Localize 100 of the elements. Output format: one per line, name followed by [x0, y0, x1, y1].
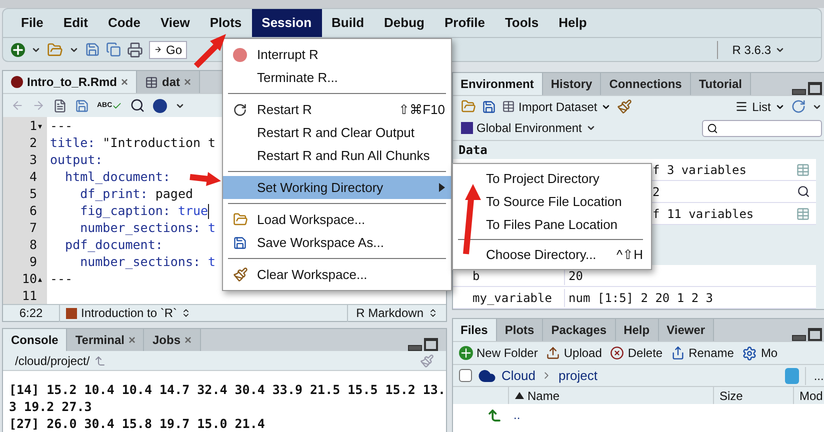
menu-entry[interactable]: Restart R ⇧⌘F10 [223, 98, 451, 121]
environment-dropdown[interactable]: Global Environment [476, 119, 582, 138]
pane-tab[interactable]: dat × [137, 71, 200, 93]
line-number: 9 [29, 253, 37, 272]
menu-entry[interactable]: Choose Directory... ^⇧H [486, 243, 643, 266]
pane-tab[interactable]: History [542, 73, 602, 95]
menu-entry[interactable]: To Source File Location [486, 190, 643, 213]
go-to-file-field[interactable]: Go [149, 40, 187, 58]
inspect-icon[interactable] [796, 185, 810, 198]
save-all-icon[interactable] [106, 42, 121, 57]
pane-tab[interactable]: Console [3, 329, 68, 351]
broom-icon[interactable] [617, 99, 632, 114]
menu-item[interactable]: Profile [434, 9, 495, 37]
files-toolbar-button[interactable]: New Folder [458, 344, 538, 362]
pane-tab[interactable]: Environment [452, 73, 543, 95]
up-arrow-icon [486, 408, 502, 422]
updown-icon [428, 308, 438, 318]
sort-ascending-icon [514, 392, 524, 399]
maximize-button[interactable] [808, 328, 822, 341]
pane-tab[interactable]: Terminal × [67, 329, 144, 351]
pane-tab[interactable]: Files [452, 319, 497, 341]
menu-entry[interactable]: To Project Directory [486, 167, 643, 190]
save-icon[interactable] [482, 100, 496, 114]
menu-item[interactable]: Plots [200, 9, 252, 37]
menu-entry[interactable]: Terminate R... [223, 66, 451, 89]
pane-tab[interactable]: Packages [543, 319, 616, 341]
menu-item[interactable]: Edit [53, 9, 98, 37]
menu-item[interactable]: Session [252, 9, 322, 37]
files-toolbar-button[interactable]: Rename [670, 344, 734, 362]
save-icon[interactable] [85, 42, 100, 57]
menu-entry[interactable]: Save Workspace As... [223, 231, 451, 254]
code-line: number_sections: t [79, 253, 216, 272]
open-folder-icon[interactable] [460, 99, 476, 114]
view-table-icon[interactable] [796, 206, 810, 220]
pane-tab[interactable]: Viewer [658, 319, 714, 341]
delete-icon [610, 346, 624, 360]
print-icon[interactable] [127, 42, 143, 58]
file-link[interactable]: .. [514, 406, 520, 424]
annotation-arrow [190, 172, 221, 186]
pane-tab[interactable]: Tutorial [690, 73, 751, 95]
close-tab-button[interactable]: × [121, 73, 128, 91]
variable-value: f 3 variables [652, 162, 746, 178]
menu-entry[interactable]: Load Workspace... [223, 208, 451, 231]
menu-entry[interactable]: To Files Pane Location [486, 213, 643, 236]
fold-marker[interactable]: ▴ [38, 274, 42, 284]
updown-icon [181, 308, 192, 318]
open-folder-icon[interactable] [47, 42, 63, 58]
menu-item[interactable]: Tools [494, 9, 549, 37]
breadcrumb-link[interactable]: Cloud [502, 366, 536, 386]
pane-tab[interactable]: Jobs × [144, 329, 201, 351]
line-number: 4 [29, 168, 37, 186]
working-directory-path: /cloud/project/ [15, 352, 90, 370]
line-number: 8 [29, 236, 37, 254]
checkbox[interactable] [458, 369, 472, 382]
minimize-button[interactable] [792, 88, 806, 94]
section-dropdown[interactable]: Introduction to `R` [81, 304, 178, 322]
view-mode-dropdown[interactable]: List [735, 98, 785, 116]
minimize-button[interactable] [792, 334, 806, 340]
pane-tab[interactable]: Intro_to_R.Rmd × [3, 71, 138, 93]
refresh-icon[interactable] [790, 99, 806, 114]
files-toolbar-button[interactable]: Upload [546, 344, 602, 362]
pane-tab[interactable]: Help [616, 319, 659, 341]
more-button[interactable]: ... [804, 366, 824, 384]
search-field[interactable] [702, 120, 822, 137]
pane-tab[interactable]: Connections [601, 73, 691, 95]
search-icon[interactable] [130, 98, 146, 113]
menu-item[interactable]: Help [548, 9, 597, 37]
file-type-dropdown[interactable]: R Markdown [356, 304, 424, 322]
menu-item[interactable]: View [150, 9, 200, 37]
minimize-button[interactable] [408, 344, 422, 350]
check-icon [112, 100, 122, 110]
table-icon [145, 76, 158, 88]
code-line: html_document: [64, 168, 170, 186]
search-icon [706, 122, 718, 134]
menu-entry[interactable]: Interrupt R [223, 43, 451, 66]
files-toolbar-button[interactable]: Mo [742, 344, 778, 362]
table-icon [502, 100, 514, 114]
variable-value: 20 [568, 268, 583, 284]
import-dataset-button[interactable]: Import Dataset [502, 98, 612, 116]
menu-item[interactable]: Debug [374, 9, 434, 37]
pane-tab[interactable]: Plots [496, 319, 544, 341]
files-toolbar-button[interactable]: Delete [610, 344, 663, 362]
menu-entry[interactable]: Set Working Directory [223, 176, 451, 199]
code-line: fig_caption: true [79, 202, 208, 220]
menu-item[interactable]: Build [322, 9, 374, 37]
breadcrumb-link[interactable]: project [558, 366, 598, 386]
save-icon[interactable] [75, 98, 89, 112]
menu-entry[interactable]: Clear Workspace... [223, 263, 451, 286]
menu-entry[interactable]: Restart R and Clear Output [223, 121, 451, 144]
new-file-icon[interactable] [11, 42, 25, 56]
line-number: 5 [29, 185, 37, 204]
menu-item[interactable]: File [11, 9, 54, 37]
menu-entry[interactable]: Restart R and Run All Chunks [223, 144, 451, 167]
r-version-dropdown[interactable]: R 3.6.3 [732, 40, 771, 58]
maximize-button[interactable] [808, 82, 822, 95]
view-table-icon[interactable] [796, 162, 810, 176]
menu-item[interactable]: Code [98, 9, 150, 37]
line-number: 6 [29, 202, 37, 220]
annotation-arrow [463, 184, 481, 254]
fold-marker[interactable]: ▾ [38, 122, 42, 130]
